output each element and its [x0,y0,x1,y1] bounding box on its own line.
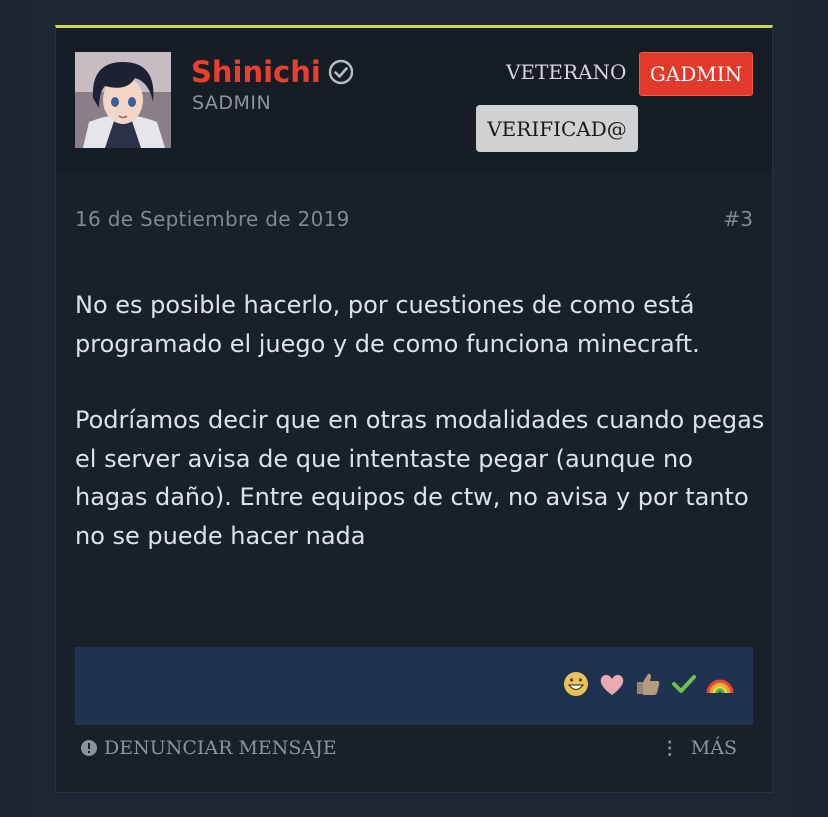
verificado-badge: VERIFICAD@ [476,105,638,152]
message-paragraph: No es posible hacerlo, por cuestiones de… [75,291,700,358]
forum-post: Shinichi SADMIN VETERANO GADMIN VERIFICA… [55,25,773,793]
message-body: No es posible hacerlo, por cuestiones de… [75,286,765,593]
grin-emoji-icon[interactable] [561,669,591,699]
more-dots-icon: ⋮ [660,737,679,759]
username-link[interactable]: Shinichi [191,52,321,92]
thumbs-up-emoji-icon[interactable] [633,669,663,699]
report-label: DENUNCIAR MENSAJE [104,737,337,759]
more-button[interactable]: ⋮ MÁS [661,737,737,759]
rainbow-emoji-icon[interactable] [705,669,735,699]
heart-emoji-icon[interactable] [597,669,627,699]
avatar-image [75,52,171,148]
more-label: MÁS [690,737,737,759]
message-paragraph: Podríamos decir que en otras modalidades… [75,406,765,550]
user-title: SADMIN [192,92,272,114]
verified-check-icon [328,59,354,85]
report-button[interactable]: DENUNCIAR MENSAJE [80,737,337,759]
user-banner-text: VETERANO [506,60,627,84]
post-date-link[interactable]: 16 de Septiembre de 2019 [75,207,350,231]
post-header: Shinichi SADMIN VETERANO GADMIN VERIFICA… [56,28,772,174]
check-emoji-icon[interactable] [669,669,699,699]
avatar[interactable] [75,52,171,148]
alert-icon [81,740,97,756]
gadmin-badge: GADMIN [639,52,753,96]
reactions-bar [75,647,753,725]
reaction-list [561,669,735,699]
post-number-link[interactable]: #3 [724,207,753,231]
